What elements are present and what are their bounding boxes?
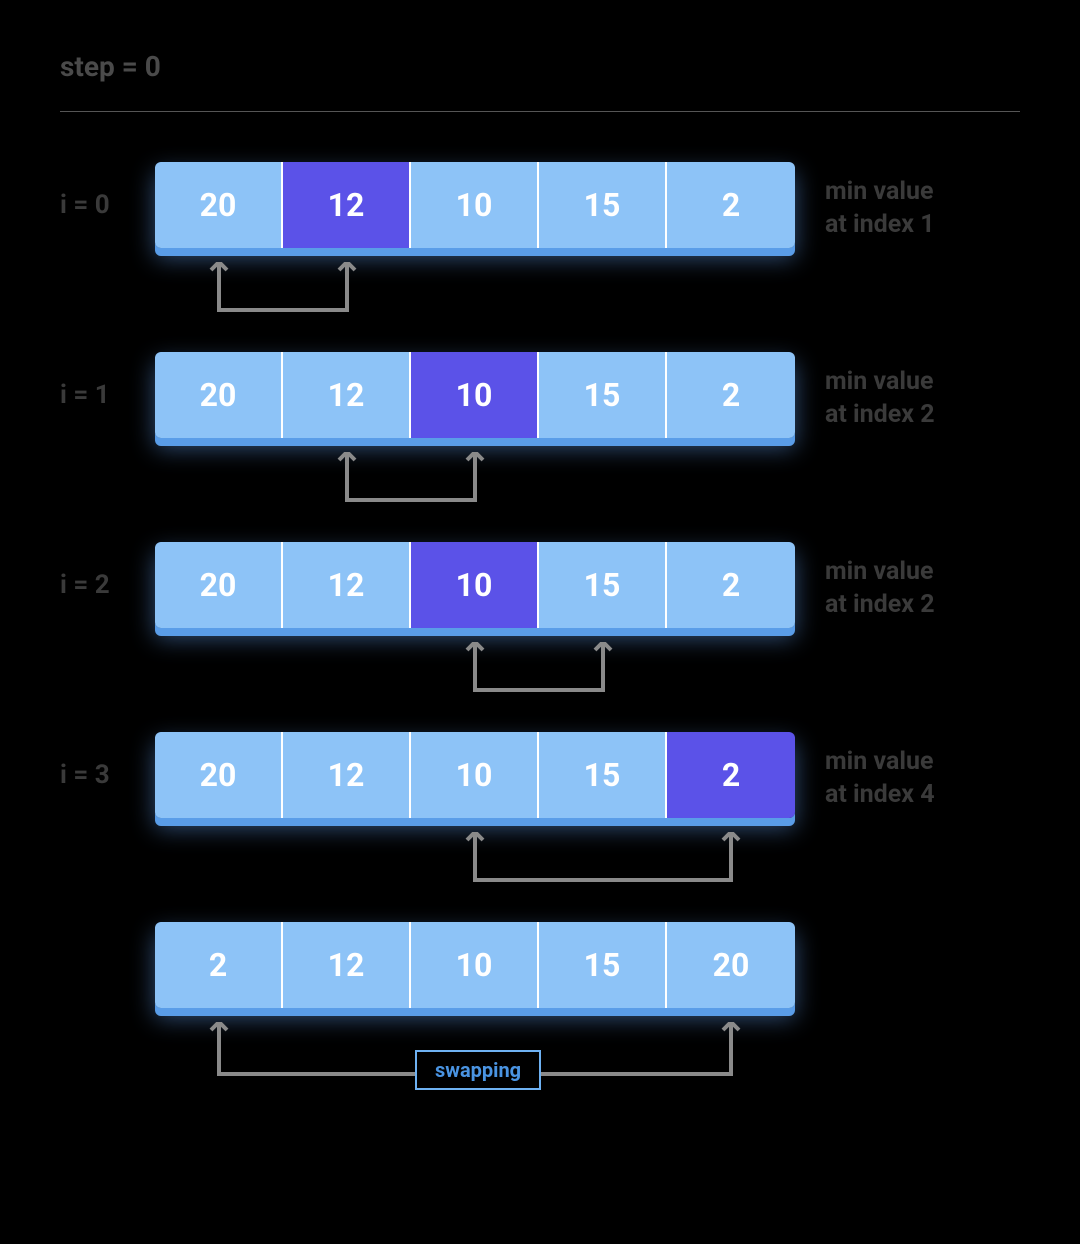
iteration-index-label bbox=[60, 922, 155, 950]
array: 201210152 bbox=[155, 162, 795, 248]
array-cell: 10 bbox=[411, 352, 539, 438]
array-wrap: 212101520swapping bbox=[155, 922, 795, 1008]
rows-container: i = 0201210152min valueat index 1i = 120… bbox=[60, 162, 1020, 1122]
array-cell: 2 bbox=[667, 732, 795, 818]
array-cell: 12 bbox=[283, 542, 411, 628]
array: 201210152 bbox=[155, 542, 795, 628]
array-cell: 2 bbox=[667, 542, 795, 628]
array-cell: 15 bbox=[539, 352, 667, 438]
array-wrap: 201210152 bbox=[155, 542, 795, 628]
array-cell: 12 bbox=[283, 352, 411, 438]
compare-bracket bbox=[155, 832, 795, 900]
array-wrap: 201210152 bbox=[155, 352, 795, 438]
min-value-note: min valueat index 2 bbox=[825, 542, 935, 621]
array-cell: 10 bbox=[411, 162, 539, 248]
array-cell: 20 bbox=[667, 922, 795, 1008]
array-wrap: 201210152 bbox=[155, 162, 795, 248]
array-cell: 15 bbox=[539, 542, 667, 628]
final-row: 212101520 swapping bbox=[60, 922, 1020, 1122]
step-label: step = 0 bbox=[60, 50, 1020, 83]
array-cell: 10 bbox=[411, 732, 539, 818]
compare-bracket bbox=[155, 452, 795, 520]
array-cell: 12 bbox=[283, 162, 411, 248]
array: 212101520 bbox=[155, 922, 795, 1008]
iteration-row: i = 0201210152 min valueat index 1 bbox=[60, 162, 1020, 342]
array-cell: 15 bbox=[539, 922, 667, 1008]
array-cell: 15 bbox=[539, 732, 667, 818]
iteration-index-label: i = 1 bbox=[60, 352, 155, 410]
min-value-note: min valueat index 4 bbox=[825, 732, 935, 811]
array-cell: 20 bbox=[155, 732, 283, 818]
array: 201210152 bbox=[155, 352, 795, 438]
iteration-index-label: i = 0 bbox=[60, 162, 155, 220]
array-cell: 20 bbox=[155, 352, 283, 438]
swapping-label: swapping bbox=[415, 1050, 541, 1090]
array-cell: 12 bbox=[283, 732, 411, 818]
iteration-index-label: i = 2 bbox=[60, 542, 155, 600]
array-cell: 20 bbox=[155, 162, 283, 248]
iteration-index-label: i = 3 bbox=[60, 732, 155, 790]
array-cell: 2 bbox=[667, 162, 795, 248]
array-cell: 20 bbox=[155, 542, 283, 628]
array-cell: 10 bbox=[411, 922, 539, 1008]
compare-bracket bbox=[155, 642, 795, 710]
array-cell: 2 bbox=[155, 922, 283, 1008]
iteration-row: i = 3201210152 min valueat index 4 bbox=[60, 732, 1020, 912]
array-cell: 12 bbox=[283, 922, 411, 1008]
iteration-row: i = 2201210152 min valueat index 2 bbox=[60, 542, 1020, 722]
array-cell: 15 bbox=[539, 162, 667, 248]
array-cell: 10 bbox=[411, 542, 539, 628]
divider bbox=[60, 111, 1020, 112]
array-wrap: 201210152 bbox=[155, 732, 795, 818]
array-cell: 2 bbox=[667, 352, 795, 438]
array: 201210152 bbox=[155, 732, 795, 818]
min-value-note: min valueat index 1 bbox=[825, 162, 935, 241]
iteration-row: i = 1201210152 min valueat index 2 bbox=[60, 352, 1020, 532]
compare-bracket bbox=[155, 262, 795, 330]
min-value-note: min valueat index 2 bbox=[825, 352, 935, 431]
